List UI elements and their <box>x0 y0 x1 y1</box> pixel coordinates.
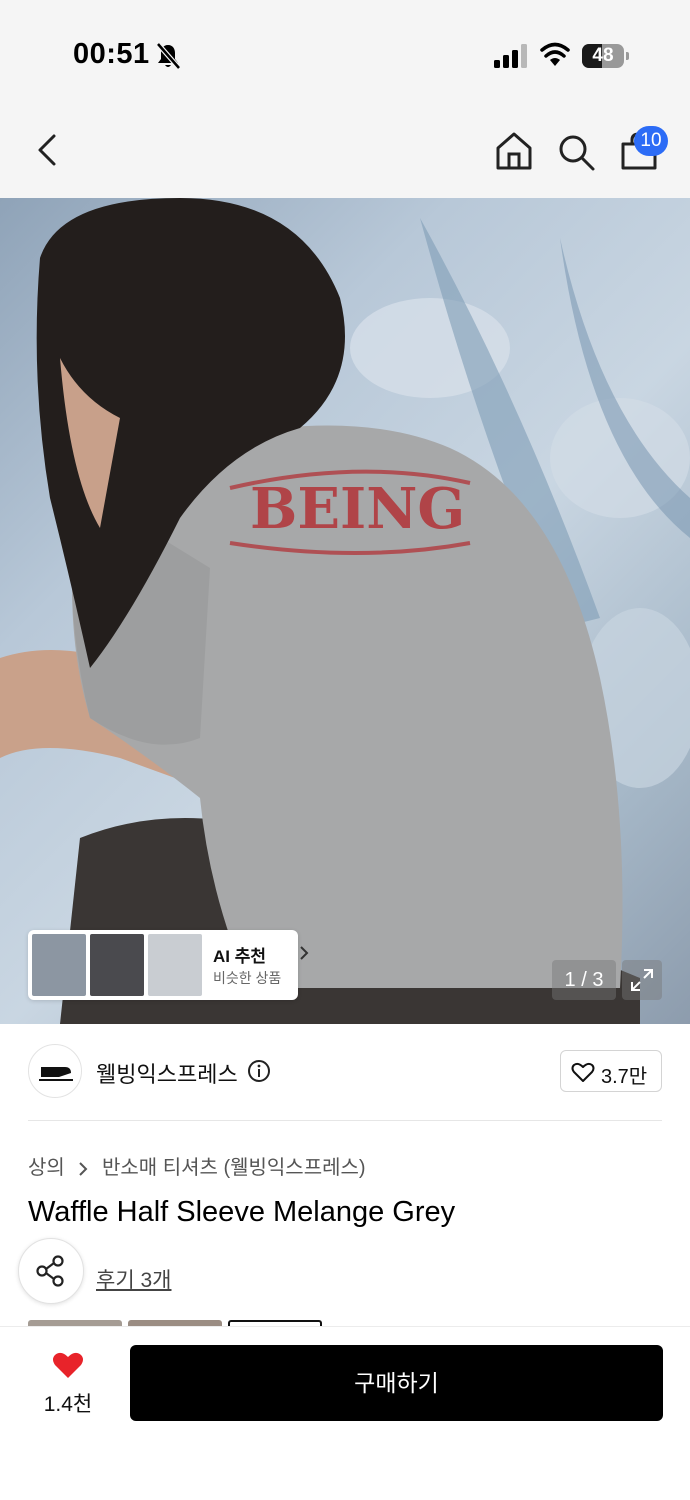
heart-outline-icon <box>571 1062 595 1082</box>
chevron-right-icon <box>79 1162 88 1176</box>
breadcrumb: 상의 반소매 티셔츠 (웰빙익스프레스) <box>28 1151 366 1180</box>
expand-icon <box>631 969 653 991</box>
brand-like-button[interactable]: 3.7만 <box>560 1050 662 1092</box>
rec-title: AI 추천 <box>213 947 267 966</box>
rec-subtitle: 비슷한 상품 <box>213 970 282 986</box>
cellular-signal-icon <box>494 44 527 68</box>
review-link[interactable]: 후기 3개 <box>96 1264 171 1294</box>
expand-button[interactable] <box>622 960 662 1000</box>
product-title: Waffle Half Sleeve Melange Grey <box>28 1196 456 1228</box>
chevron-right-icon <box>300 946 309 960</box>
bell-off-icon <box>156 42 181 70</box>
buy-button[interactable]: 구매하기 <box>130 1345 663 1421</box>
brand-logo-mark <box>39 1067 73 1081</box>
brand-logo[interactable] <box>28 1044 82 1098</box>
battery-indicator: 48 <box>582 44 630 68</box>
home-icon[interactable] <box>494 130 534 172</box>
product-photo: BEING <box>0 198 690 1024</box>
status-time: 00:51 <box>73 38 150 70</box>
svg-text:BEING: BEING <box>250 476 465 542</box>
info-icon[interactable] <box>247 1059 271 1083</box>
heart-filled-icon[interactable] <box>51 1350 85 1380</box>
status-bar: 00:51 48 <box>0 0 690 100</box>
wish-count: 1.4천 <box>43 1393 93 1416</box>
breadcrumb-item[interactable]: 반소매 티셔츠 (웰빙익스프레스) <box>102 1151 366 1180</box>
image-counter: 1 / 3 <box>552 960 616 1000</box>
product-image[interactable]: BEING AI 추천 비슷한 상품 1 / 3 <box>0 198 690 1024</box>
breadcrumb-item[interactable]: 상의 <box>28 1151 65 1180</box>
ai-recommendation-card[interactable]: AI 추천 비슷한 상품 <box>28 930 309 1000</box>
wifi-icon <box>540 42 570 66</box>
brand-like-count: 3.7만 <box>601 1066 648 1088</box>
back-icon[interactable] <box>30 130 66 170</box>
battery-percent: 48 <box>592 45 614 66</box>
cart-count-badge: 10 <box>634 126 668 156</box>
search-icon[interactable] <box>556 132 596 172</box>
rec-thumb-3 <box>148 934 202 996</box>
rec-thumb-1 <box>32 934 86 996</box>
share-button[interactable] <box>18 1238 84 1304</box>
divider <box>28 1120 662 1121</box>
share-icon <box>36 1255 64 1287</box>
top-nav <box>0 100 690 198</box>
brand-name[interactable]: 웰빙익스프레스 <box>96 1057 238 1089</box>
rec-thumb-2 <box>90 934 144 996</box>
